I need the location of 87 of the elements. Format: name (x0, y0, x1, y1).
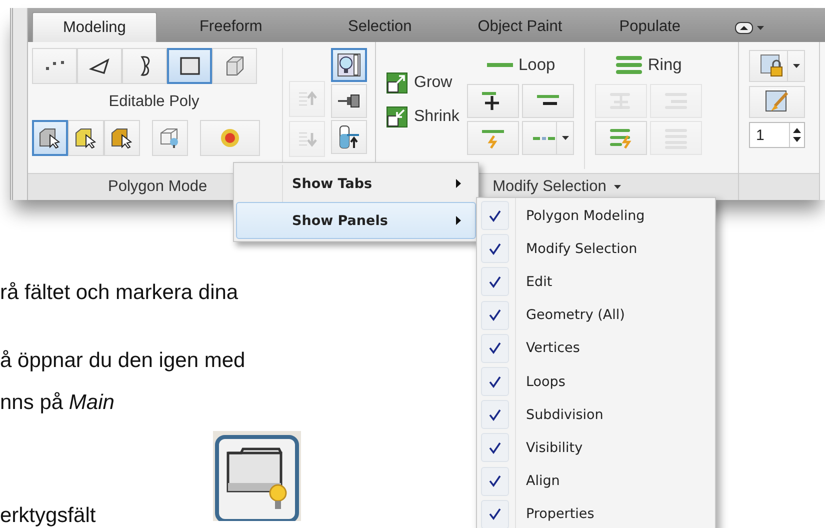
panel-title[interactable]: Modify Selection (492, 178, 606, 196)
checkbox[interactable] (481, 267, 509, 296)
menu-item[interactable]: Subdivision (526, 406, 604, 423)
ribbon-tab[interactable]: Populate (584, 12, 715, 42)
checkbox[interactable] (481, 500, 509, 528)
check-icon (489, 309, 501, 322)
body-text: å öppnar du den igen med (0, 349, 246, 373)
cube-cursor-icon (38, 127, 62, 149)
body-text: erktygsfält (0, 505, 96, 527)
check-icon (489, 210, 501, 222)
menu-item[interactable]: Geometry (All) (526, 307, 625, 324)
grow-button[interactable]: Grow (386, 72, 460, 94)
ring-shift-icon (610, 127, 632, 149)
loop-dots-icon (533, 136, 556, 140)
checkbox[interactable] (481, 334, 509, 363)
check-icon (489, 475, 501, 488)
caret-icon (792, 64, 800, 68)
ring-button[interactable]: Ring (616, 50, 682, 80)
checkbox[interactable] (481, 300, 509, 330)
edge-icon (88, 57, 110, 75)
menu-item[interactable]: Modify Selection (526, 240, 638, 257)
shrink-button[interactable]: Shrink (386, 106, 460, 128)
checkbox[interactable] (481, 367, 509, 396)
caret-icon (562, 136, 569, 140)
menu-item[interactable]: Loops (526, 374, 566, 390)
sub-object-button[interactable] (167, 48, 212, 84)
menu-item[interactable]: Properties (526, 506, 594, 522)
ring-button[interactable] (595, 121, 648, 155)
checkbox[interactable] (481, 234, 509, 264)
submenu-arrow-icon (456, 179, 461, 188)
check-icon (489, 342, 501, 354)
pin-icon (337, 93, 361, 109)
body-text: nns på Main (0, 391, 114, 415)
body-text: rå fältet och markera dina (0, 281, 238, 305)
cube-cursor-icon (110, 127, 134, 149)
panel-title[interactable]: Polygon Mode (108, 178, 208, 196)
arrow-up-icon (297, 88, 317, 108)
checkbox[interactable] (481, 433, 509, 462)
cube-bulb-icon (159, 127, 181, 149)
checkbox[interactable] (481, 466, 509, 496)
menu-item[interactable]: Visibility (526, 440, 583, 456)
brush-icon (765, 90, 789, 114)
checkbox[interactable] (481, 400, 509, 430)
ring-add-icon (610, 90, 632, 112)
shrink-icon (386, 106, 408, 128)
ribbon-tab[interactable]: Modeling (32, 12, 157, 42)
check-icon (489, 442, 501, 454)
loop-shift-icon (482, 127, 504, 149)
menu-item[interactable]: Polygon Modeling (526, 208, 645, 224)
ribbon-tab[interactable]: Freeform (156, 12, 305, 42)
paint-button[interactable] (749, 86, 805, 118)
check-icon (489, 508, 501, 520)
checkbox[interactable] (481, 201, 509, 230)
toggle-button[interactable] (331, 48, 367, 82)
loop-button[interactable]: Loop (486, 50, 556, 80)
lock-button[interactable] (749, 50, 805, 82)
ribbon-tab[interactable]: Object Paint (454, 12, 585, 42)
ring-remove-icon (665, 90, 688, 112)
menu-item[interactable]: Vertices (526, 340, 580, 356)
beaker-icon (337, 124, 361, 150)
ribbon-grip[interactable] (10, 8, 28, 200)
object-type-label: Editable Poly (108, 92, 200, 112)
ring-lines-icon (616, 54, 642, 76)
loop-button[interactable] (467, 84, 520, 118)
selection-mode-button[interactable] (32, 120, 68, 156)
ribbon-tab[interactable]: Selection (304, 12, 455, 42)
check-icon (489, 408, 501, 421)
menu-item[interactable]: Show Panels (236, 202, 476, 239)
lock-icon (760, 54, 784, 78)
folder-bulb-icon (212, 431, 301, 521)
caret-icon (614, 185, 622, 189)
cube-icon (224, 55, 246, 77)
menu-item[interactable]: Edit (526, 274, 552, 290)
menu-item[interactable]: Align (526, 473, 560, 490)
check-icon (489, 276, 501, 288)
cube-cursor-icon (74, 127, 98, 149)
spinner-field[interactable]: 1 (749, 122, 805, 148)
minimize-button[interactable] (734, 22, 764, 34)
submenu-arrow-icon (456, 216, 461, 225)
grow-icon (386, 72, 408, 94)
polygon-icon (178, 56, 200, 76)
check-icon (489, 242, 501, 255)
check-icon (489, 376, 501, 388)
loop-button[interactable] (522, 84, 574, 118)
caret-icon (756, 26, 764, 30)
bulb-icon (336, 52, 362, 78)
soft-selection-icon (219, 127, 241, 149)
